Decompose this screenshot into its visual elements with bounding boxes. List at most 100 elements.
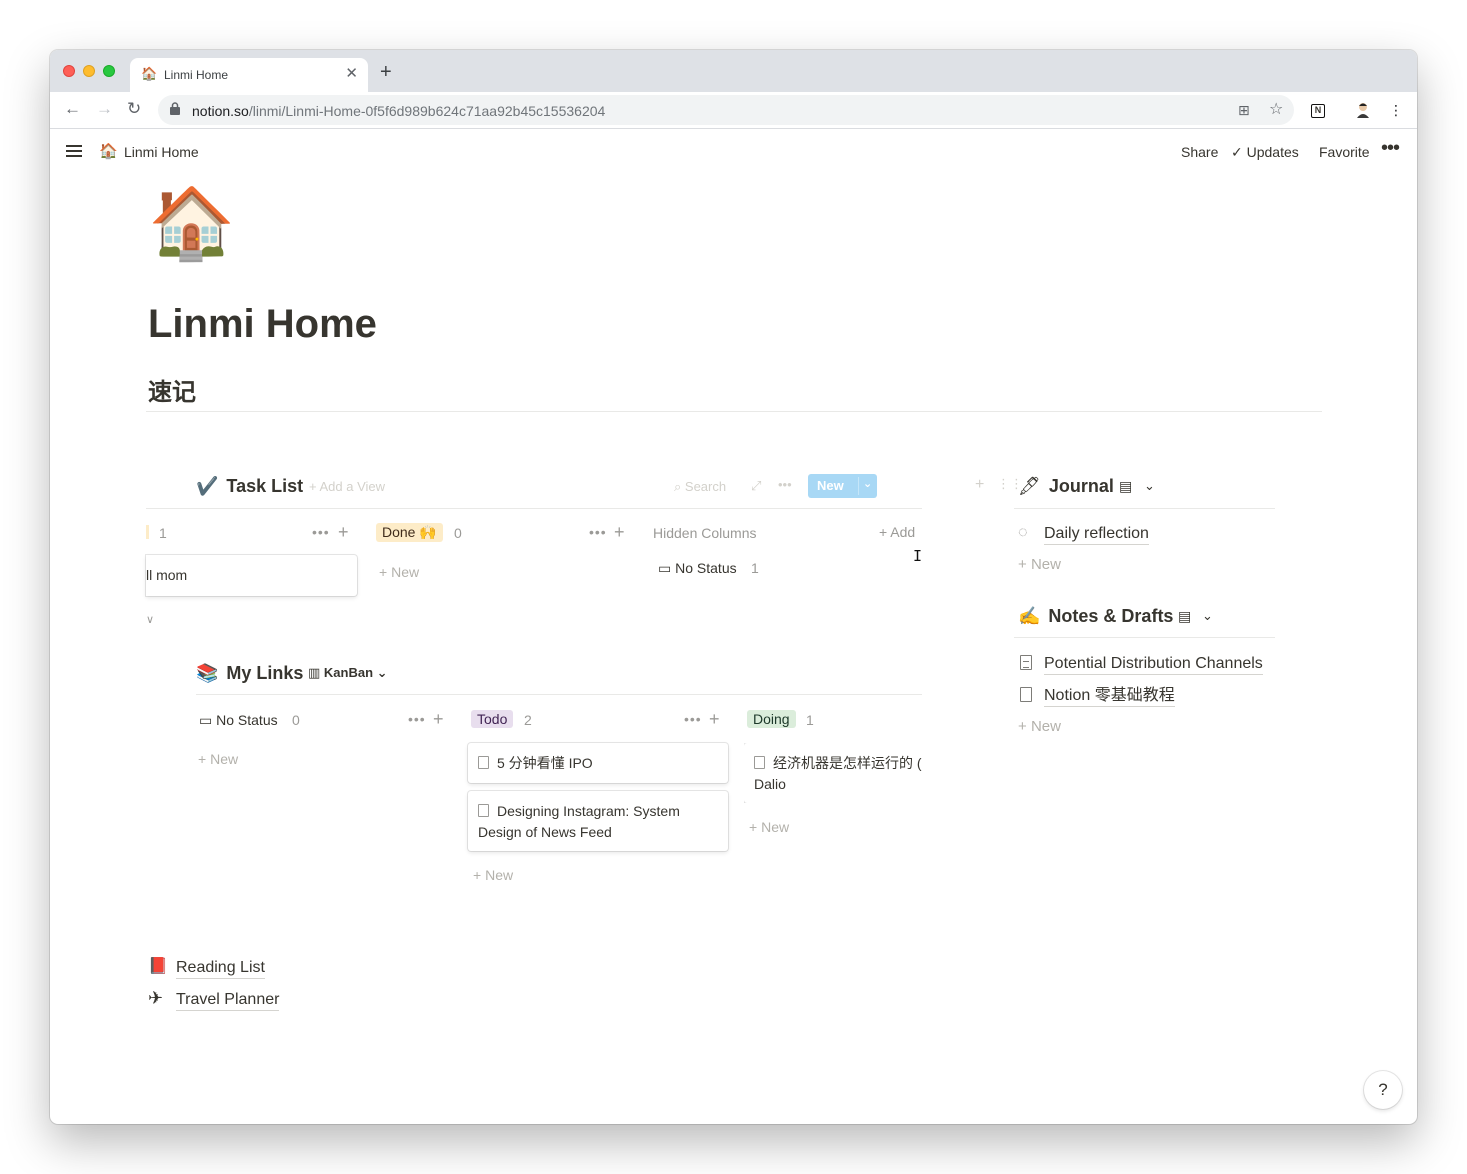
house-icon: 🏠 <box>141 66 158 81</box>
view-switcher[interactable]: ▥ KanBan ⌄ <box>308 665 388 681</box>
column-options-icon[interactable]: ••• <box>312 524 330 540</box>
inbox-icon: ▭ <box>199 712 217 728</box>
notes-chevron-down-icon[interactable]: ⌄ <box>1202 608 1213 624</box>
done-new-button[interactable]: + New <box>379 564 419 580</box>
notes-item[interactable]: Potential Distribution Channels <box>1044 654 1263 675</box>
todo-count: 2 <box>524 712 532 728</box>
close-window-button[interactable] <box>63 65 75 77</box>
search-button[interactable]: ⌕ Search <box>674 479 726 495</box>
task-list-divider <box>146 508 922 509</box>
new-button-divider <box>858 477 859 495</box>
chevron-down-icon[interactable]: ⌄ <box>863 477 872 490</box>
browser-menu-icon[interactable]: ⋮ <box>1389 100 1403 120</box>
done-new-label: New <box>391 564 420 580</box>
todo-add-icon[interactable]: + <box>709 709 721 730</box>
journal-title[interactable]: 🖋 Journal <box>1018 476 1114 497</box>
add-view-button[interactable]: + Add a View <box>309 479 385 494</box>
notion-topbar: 🏠 Linmi Home Share ✓ Updates Favorite ••… <box>50 129 1417 174</box>
star-icon[interactable]: ☆ <box>1269 101 1283 119</box>
avatar[interactable] <box>1354 101 1372 119</box>
link-card[interactable]: Designing Instagram: System Design of Ne… <box>468 791 728 851</box>
travel-planner-link[interactable]: Travel Planner <box>176 990 280 1011</box>
address-bar[interactable]: notion.so/linmi/Linmi-Home-0f5f6d989b624… <box>158 95 1294 125</box>
document-icon <box>478 804 489 817</box>
add-group-button[interactable]: + Add <box>879 524 915 540</box>
breadcrumb[interactable]: Linmi Home <box>124 144 199 160</box>
link-card[interactable]: 经济机器是怎样运行的 (钟) Ray Dalio <box>744 743 922 803</box>
my-links-title[interactable]: 📚 My Links <box>196 663 303 684</box>
doing-column-header[interactable]: Doing <box>747 710 796 728</box>
url-host: notion.so <box>192 103 249 119</box>
url-text: notion.so/linmi/Linmi-Home-0f5f6d989b624… <box>192 103 605 119</box>
new-tab-icon[interactable]: + <box>380 62 392 82</box>
no-status-count: 0 <box>292 712 300 728</box>
doing-new-button[interactable]: + New <box>749 819 789 835</box>
no-status-new-label: New <box>210 751 239 767</box>
updates-button[interactable]: ✓ Updates <box>1231 144 1299 161</box>
hidden-columns-label: Hidden Columns <box>653 525 757 541</box>
task-list-title[interactable]: ✔️ Task List <box>196 476 303 497</box>
no-status-add-icon[interactable]: + <box>433 709 445 730</box>
favorite-button[interactable]: Favorite <box>1319 144 1370 160</box>
done-options-icon[interactable]: ••• <box>589 524 607 540</box>
sidebar-menu-icon[interactable] <box>66 145 82 157</box>
add-block-icon[interactable]: + <box>975 476 984 494</box>
no-status-label: No Status <box>216 712 278 728</box>
todo-column-header[interactable]: Todo <box>471 710 514 728</box>
notes-title[interactable]: ✍️ Notes & Drafts <box>1018 606 1173 627</box>
notes-list-view-icon[interactable]: ▤ <box>1178 608 1191 625</box>
back-icon[interactable]: ← <box>64 99 81 119</box>
task-card[interactable]: ll mom <box>146 555 357 596</box>
divider <box>146 411 1322 412</box>
hidden-no-status-label: No Status <box>675 560 737 576</box>
writing-hand-icon: ✍️ <box>1018 606 1041 626</box>
new-button-label: New <box>817 478 844 493</box>
document-icon <box>754 756 765 769</box>
todo-options-icon[interactable]: ••• <box>684 711 702 727</box>
thought-bubble-icon: ◌ <box>1018 524 1028 541</box>
todo-new-label: New <box>485 867 514 883</box>
task-list-new-button[interactable]: New ⌄ <box>808 474 877 498</box>
journal-new-label: New <box>1030 556 1061 573</box>
reload-icon[interactable]: ↻ <box>127 99 141 119</box>
no-status-new-button[interactable]: + New <box>198 751 238 767</box>
document-icon <box>478 756 489 769</box>
task-list-options-icon[interactable]: ••• <box>778 477 792 492</box>
share-button[interactable]: Share <box>1181 144 1218 160</box>
done-column-header[interactable]: Done 🙌 <box>376 523 443 542</box>
journal-chevron-down-icon[interactable]: ⌄ <box>1144 478 1155 494</box>
clipped-add-icon[interactable]: ∨ <box>146 613 154 626</box>
todo-new-button[interactable]: + New <box>473 867 513 883</box>
section-heading[interactable]: 速记 <box>148 372 196 407</box>
reading-list-link[interactable]: Reading List <box>176 958 265 979</box>
notes-item[interactable]: Notion 零基础教程 <box>1044 686 1175 707</box>
notion-extension-icon[interactable]: N <box>1311 104 1325 118</box>
no-status-options-icon[interactable]: ••• <box>408 711 426 727</box>
journal-item[interactable]: Daily reflection <box>1044 524 1149 545</box>
zoom-window-button[interactable] <box>103 65 115 77</box>
help-button[interactable]: ? <box>1364 1071 1402 1109</box>
done-add-icon[interactable]: + <box>614 522 626 543</box>
link-card[interactable]: 5 分钟看懂 IPO <box>468 743 728 783</box>
translate-icon[interactable]: ⊞ <box>1238 101 1250 119</box>
page-title[interactable]: Linmi Home <box>148 302 377 347</box>
hidden-no-status[interactable]: ▭ No Status <box>658 560 737 577</box>
view-chevron-down-icon: ⌄ <box>373 665 388 680</box>
pen-icon: 🖋 <box>1018 476 1041 496</box>
journal-new-button[interactable]: + New <box>1018 556 1061 573</box>
expand-icon[interactable]: ⤢ <box>751 478 761 494</box>
minimize-window-button[interactable] <box>83 65 95 77</box>
red-book-icon: 📕 <box>148 958 168 975</box>
list-view-icon[interactable]: ▤ <box>1119 478 1132 495</box>
notes-new-button[interactable]: + New <box>1018 718 1061 735</box>
no-status-column-header[interactable]: ▭ No Status <box>199 712 278 729</box>
column-tag-fragment <box>146 525 149 539</box>
link-card-title: 经济机器是怎样运行的 (钟) Ray Dalio <box>754 755 922 792</box>
notes-label: Notes & Drafts <box>1048 606 1174 626</box>
page-icon[interactable]: 🏠 <box>148 183 235 263</box>
close-tab-icon[interactable]: ✕ <box>345 66 358 82</box>
browser-tab[interactable]: 🏠 Linmi Home ✕ <box>130 58 368 92</box>
forward-icon[interactable]: → <box>96 99 113 119</box>
column-add-icon[interactable]: + <box>338 522 350 543</box>
more-options-icon[interactable]: ••• <box>1381 137 1400 160</box>
